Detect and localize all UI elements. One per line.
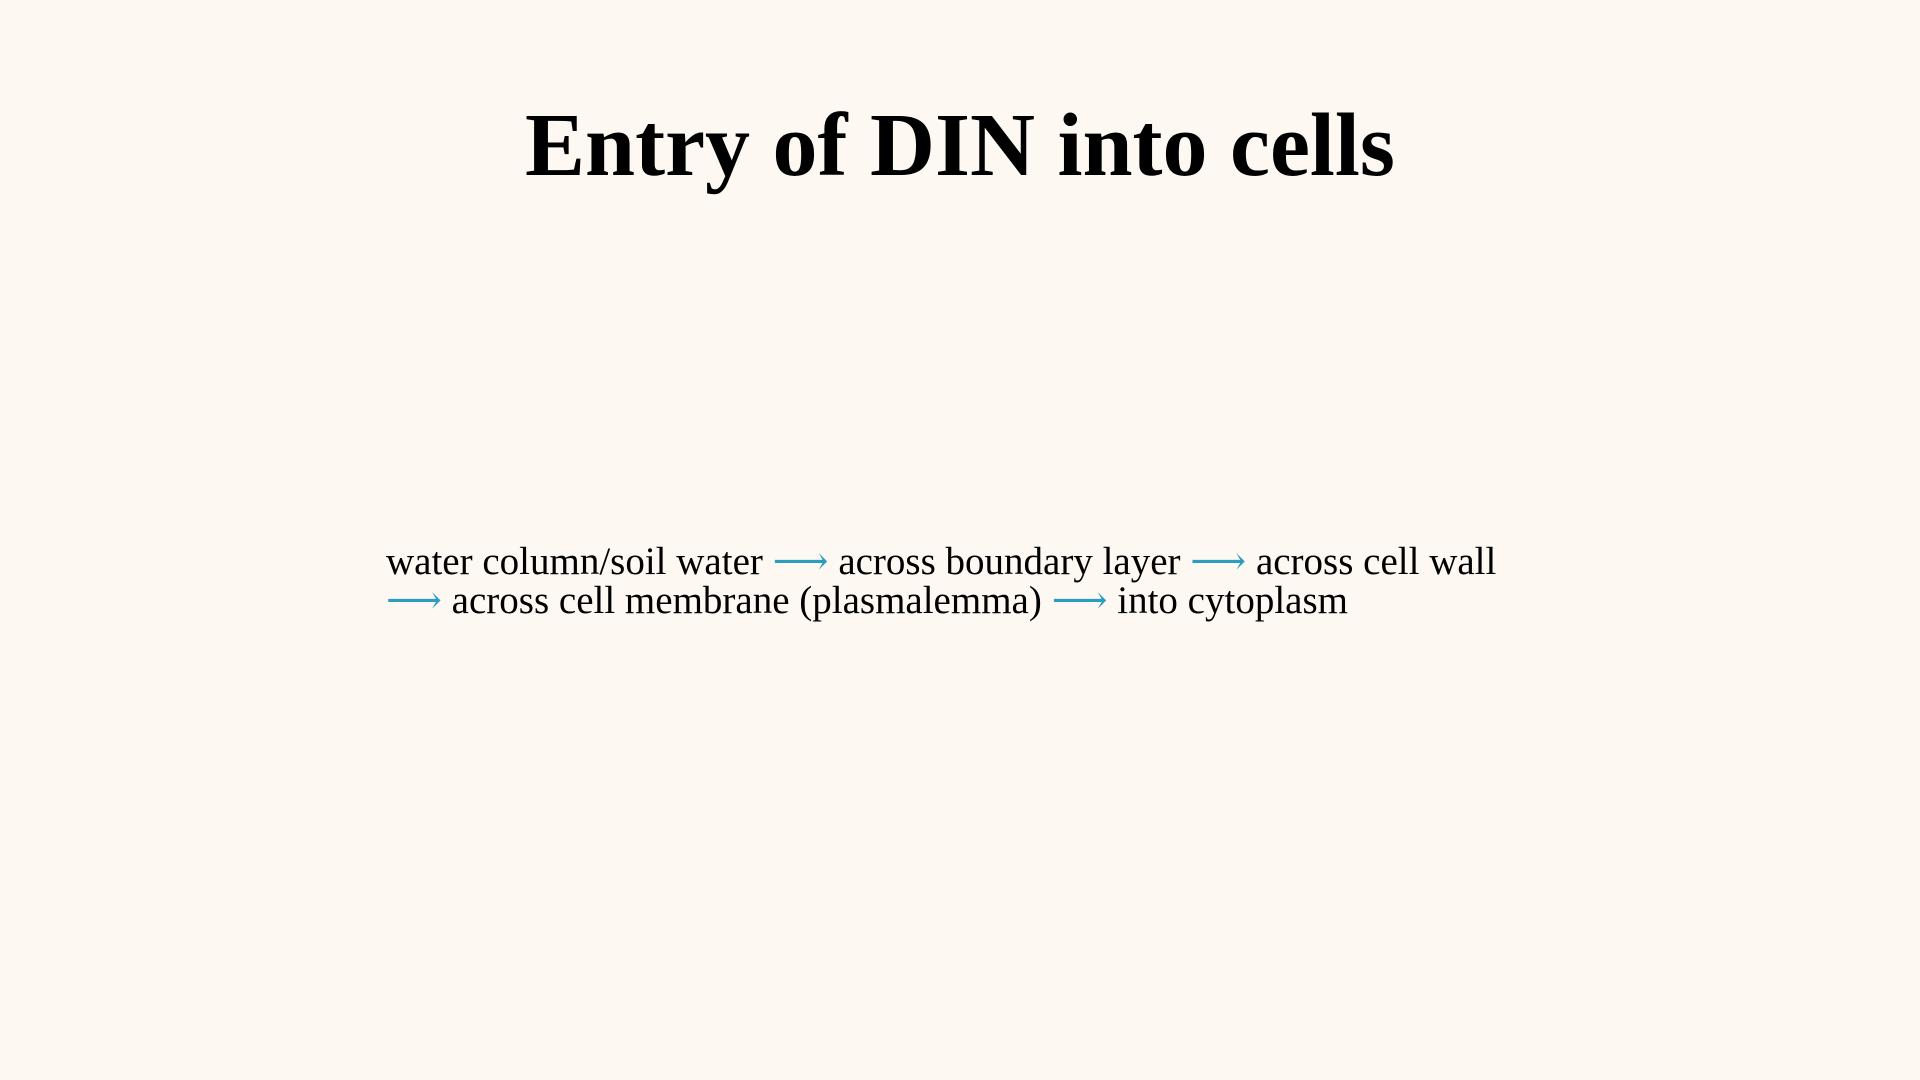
pathway-line-1: water column/soil water ⟶ across boundar…	[386, 542, 1586, 581]
flow-arrow-icon: ⟶	[1051, 579, 1108, 622]
slide: Entry of DIN into cells water column/soi…	[0, 0, 1920, 1080]
step-water-column: water column/soil water	[386, 540, 763, 583]
flow-arrow-icon: ⟶	[386, 579, 442, 622]
step-cell-wall: across cell wall	[1255, 540, 1497, 583]
transport-pathway: water column/soil water ⟶ across boundar…	[386, 542, 1586, 620]
step-cell-membrane: across cell membrane (plasmalemma)	[451, 579, 1042, 622]
slide-title: Entry of DIN into cells	[525, 96, 1395, 195]
pathway-line-2: ⟶ across cell membrane (plasmalemma) ⟶ i…	[386, 581, 1586, 620]
step-cytoplasm: into cytoplasm	[1117, 579, 1348, 622]
flow-arrow-icon: ⟶	[1190, 540, 1247, 583]
step-boundary-layer: across boundary layer	[838, 540, 1181, 583]
flow-arrow-icon: ⟶	[772, 540, 829, 583]
